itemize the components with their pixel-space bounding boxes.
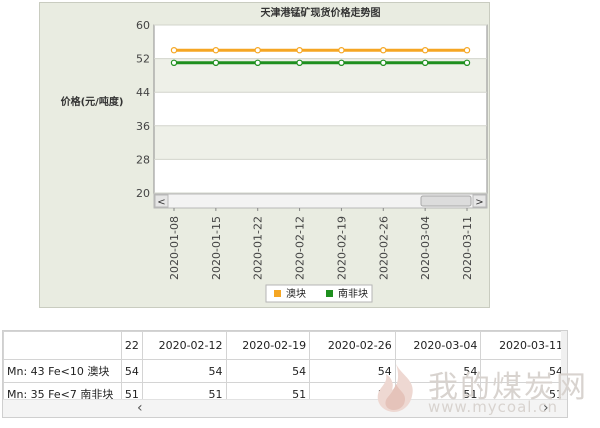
table-header-date: 2020-03-11 xyxy=(480,331,567,360)
table-header-date: 2020-02-26 xyxy=(309,331,396,360)
data-point xyxy=(212,47,220,54)
x-tick-label: 2020-01-22 xyxy=(252,216,265,280)
table-cell: 54 xyxy=(120,359,143,383)
data-point xyxy=(254,47,261,54)
x-tick-label: 2020-02-19 xyxy=(335,216,348,280)
data-point xyxy=(170,59,178,67)
price-line-chart: 天津港锰矿现货价格走势图 20 28 36 44 52 60 价格(元/吨度) < >2020-0… xyxy=(61,6,488,303)
scroll-right-icon[interactable]: › xyxy=(543,400,549,416)
table-header-date: 2020-03-04 xyxy=(394,331,482,360)
plot-band xyxy=(154,159,487,193)
data-point xyxy=(212,59,220,67)
table-cell: 54 xyxy=(480,359,567,383)
y-tick-label: 20 xyxy=(136,187,150,200)
table-row: Mn: 43 Fe<10 澳块 54 54 54 54 54 54 xyxy=(3,359,567,383)
table-cell: 54 xyxy=(141,359,227,383)
x-tick-label: 2020-02-26 xyxy=(377,216,390,280)
price-table: 22 2020-02-12 2020-02-19 2020-02-26 2020… xyxy=(3,331,567,406)
legend-swatch-2 xyxy=(326,290,333,297)
table-row-label: Mn: 43 Fe<10 澳块 xyxy=(3,359,122,383)
price-table-container: 22 2020-02-12 2020-02-19 2020-02-26 2020… xyxy=(2,330,568,418)
table-cell: 54 xyxy=(394,359,482,383)
data-point xyxy=(380,59,387,67)
y-tick-label: 52 xyxy=(136,53,150,66)
table-cell: 54 xyxy=(309,359,396,383)
x-tick-label: 2020-03-11 xyxy=(461,216,474,280)
table-cell: 54 xyxy=(225,359,311,383)
plot-band xyxy=(154,125,487,160)
chart-scroll-thumb xyxy=(420,195,472,207)
y-tick-label: 36 xyxy=(136,120,150,133)
data-point xyxy=(463,59,471,67)
y-tick-label: 60 xyxy=(136,19,150,32)
x-tick-label: 2020-01-08 xyxy=(168,216,181,280)
data-point xyxy=(296,47,303,54)
y-axis-label: 价格(元/吨度) xyxy=(61,95,124,108)
legend-label-2: 南非块 xyxy=(338,287,368,300)
data-point xyxy=(338,47,345,54)
data-point xyxy=(296,59,303,67)
data-point xyxy=(380,47,387,54)
chart-scroll-right-icon: > xyxy=(475,197,483,208)
scroll-left-icon[interactable]: ‹ xyxy=(137,400,143,416)
x-tick-label: 2020-03-04 xyxy=(419,216,432,280)
table-header-row: 22 2020-02-12 2020-02-19 2020-02-26 2020… xyxy=(3,331,567,360)
legend-label-1: 澳块 xyxy=(286,287,306,300)
y-tick-label: 28 xyxy=(136,153,150,166)
table-vertical-scrollbar[interactable] xyxy=(561,331,567,401)
data-point xyxy=(254,59,261,67)
y-tick-label: 44 xyxy=(136,86,150,99)
table-header-prev: 22 xyxy=(120,331,143,360)
plot-band xyxy=(154,25,487,59)
legend-swatch-1 xyxy=(274,290,281,297)
data-point xyxy=(338,59,345,67)
table-header-date: 2020-02-12 xyxy=(141,331,227,360)
x-tick-label: 2020-01-15 xyxy=(210,216,223,280)
data-point xyxy=(170,47,178,54)
plot-band xyxy=(154,92,487,126)
table-header-date: 2020-02-19 xyxy=(225,331,311,360)
data-point xyxy=(421,47,429,54)
table-corner-cell xyxy=(3,331,122,360)
chart-scroll-left-icon: < xyxy=(157,197,165,208)
data-point xyxy=(421,59,429,67)
chart-title: 天津港锰矿现货价格走势图 xyxy=(261,6,381,19)
table-horizontal-scrollbar[interactable]: ‹ › xyxy=(3,399,567,417)
data-point xyxy=(463,47,471,54)
chart-panel: 天津港锰矿现货价格走势图 20 28 36 44 52 60 价格(元/吨度) < >2020-0… xyxy=(39,2,490,308)
x-tick-label: 2020-02-12 xyxy=(294,216,307,280)
